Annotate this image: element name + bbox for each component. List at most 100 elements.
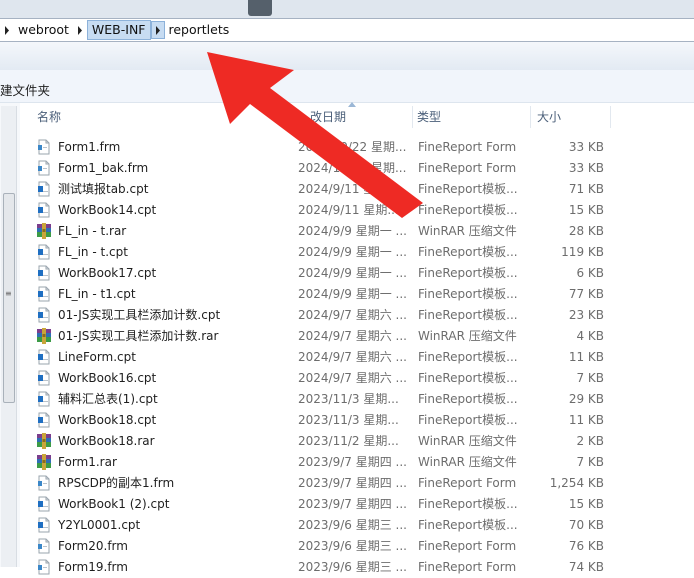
breadcrumb-item-reportlets[interactable]: reportlets (165, 20, 234, 40)
file-row[interactable]: Form1.rar 2023/9/7 星期四 ... WinRAR 压缩文件 7 KB (30, 452, 614, 473)
grip-icon: ≡ (5, 289, 12, 298)
cpt-file-icon (36, 370, 52, 386)
frm-file-icon (36, 538, 52, 554)
rar-file-icon (36, 328, 52, 344)
file-name: FL_in - t.cpt (58, 245, 128, 259)
file-date: 2024/10/22 星期... (298, 161, 407, 175)
file-type: FineReport模板... (418, 497, 518, 511)
file-row[interactable]: Y2YL0001.cpt 2023/9/6 星期三 ... FineReport模板… (30, 515, 614, 536)
cpt-file-icon (36, 496, 52, 512)
file-size: 23 KB (568, 308, 604, 322)
file-name: WorkBook16.cpt (58, 371, 157, 385)
cpt-file-icon (36, 244, 52, 260)
file-name: 01-JS实现工具栏添加计数.cpt (58, 308, 221, 322)
file-row[interactable]: WorkBook1 (2).cpt 2023/9/7 星期四 ... FineRep… (30, 494, 614, 515)
column-divider[interactable] (292, 106, 293, 128)
file-type: FineReport Form (418, 476, 517, 490)
file-row[interactable]: WorkBook14.cpt 2024/9/11 星期... FineReport模… (30, 200, 614, 221)
file-row[interactable]: 测试填报tab.cpt 2024/9/11 星期... FineReport模板..… (30, 179, 614, 200)
file-type: FineReport Form (418, 560, 517, 574)
file-row[interactable]: 01-JS实现工具栏添加计数.rar 2024/9/7 星期六 ... WinRAR… (30, 326, 614, 347)
file-row[interactable]: 辅料汇总表(1).cpt 2023/11/3 星期... FineReport模板.… (30, 389, 614, 410)
file-type: FineReport模板... (418, 266, 518, 280)
column-header-name[interactable]: 名称 (37, 103, 61, 131)
file-date: 2024/9/7 星期六 ... (298, 350, 407, 364)
frm-file-icon (36, 475, 52, 491)
breadcrumb-item-web-inf[interactable]: WEB-INF (86, 20, 151, 40)
file-row[interactable]: Form1.frm 2024/10/22 星期... FineReport Form… (30, 137, 614, 158)
cpt-file-icon (36, 391, 52, 407)
file-row[interactable]: Form20.frm 2023/9/6 星期三 ... FineReport For… (30, 536, 614, 557)
file-row[interactable]: WorkBook18.cpt 2023/11/3 星期... FineReport模… (30, 410, 614, 431)
command-bar: 建文件夹 (0, 70, 694, 103)
file-date: 2024/9/9 星期一 ... (298, 245, 407, 259)
file-size: 33 KB (568, 161, 604, 175)
breadcrumb-separator-icon[interactable] (73, 20, 87, 40)
file-size: 7 KB (576, 371, 604, 385)
file-type: FineReport模板... (418, 308, 518, 322)
rar-file-icon (36, 433, 52, 449)
file-date: 2023/11/2 星期... (298, 434, 399, 448)
cpt-file-icon (36, 517, 52, 533)
file-size: 2 KB (576, 434, 604, 448)
file-type: FineReport Form (418, 161, 517, 175)
file-name: 测试填报tab.cpt (58, 182, 149, 196)
file-size: 74 KB (568, 560, 604, 574)
file-row[interactable]: Form1_bak.frm 2024/10/22 星期... FineReport … (30, 158, 614, 179)
column-header-type[interactable]: 类型 (417, 103, 441, 131)
file-size: 4 KB (576, 329, 604, 343)
file-type: WinRAR 压缩文件 (418, 434, 517, 448)
file-row[interactable]: RPSCDP的副本1.frm 2023/9/7 星期四 ... FineReport… (30, 473, 614, 494)
breadcrumb-item-webroot[interactable]: webroot (14, 20, 73, 40)
file-date: 2023/9/6 星期三 ... (298, 539, 407, 553)
column-divider[interactable] (412, 106, 413, 128)
file-type: FineReport模板... (418, 203, 518, 217)
file-row[interactable]: 01-JS实现工具栏添加计数.cpt 2024/9/7 星期六 ... FineRe… (30, 305, 614, 326)
file-date: 2024/9/7 星期六 ... (298, 329, 407, 343)
window-top-strip (0, 0, 694, 18)
file-name: WorkBook18.rar (58, 434, 155, 448)
file-date: 2023/11/3 星期... (298, 413, 399, 427)
file-row[interactable]: WorkBook18.rar 2023/11/2 星期... WinRAR 压缩文件… (30, 431, 614, 452)
file-row[interactable]: FL_in - t.cpt 2024/9/9 星期一 ... FineReport模… (30, 242, 614, 263)
file-size: 28 KB (568, 224, 604, 238)
cpt-file-icon (36, 307, 52, 323)
file-type: WinRAR 压缩文件 (418, 224, 517, 238)
file-name: RPSCDP的副本1.frm (58, 476, 175, 490)
column-header-size[interactable]: 大小 (537, 103, 561, 131)
file-type: FineReport模板... (418, 350, 518, 364)
column-divider[interactable] (610, 106, 611, 128)
frm-file-icon (36, 559, 52, 575)
breadcrumb-separator-icon[interactable] (0, 20, 14, 40)
file-row[interactable]: WorkBook16.cpt 2024/9/7 星期六 ... FineReport… (30, 368, 614, 389)
file-size: 15 KB (568, 497, 604, 511)
file-name: FL_in - t1.cpt (58, 287, 136, 301)
file-name: 辅料汇总表(1).cpt (58, 392, 158, 406)
column-header: 名称 改日期 类型 大小 (20, 103, 694, 131)
column-header-date[interactable]: 改日期 (310, 103, 346, 131)
file-name: Form20.frm (58, 539, 128, 553)
frm-file-icon (36, 160, 52, 176)
file-type: FineReport模板... (418, 287, 518, 301)
file-row[interactable]: Form19.frm 2023/9/6 星期三 ... FineReport For… (30, 557, 614, 578)
file-name: WorkBook18.cpt (58, 413, 157, 427)
breadcrumb-separator-icon[interactable] (150, 21, 165, 39)
file-type: WinRAR 压缩文件 (418, 455, 517, 469)
new-folder-button[interactable]: 建文件夹 (0, 80, 50, 99)
file-date: 2024/9/11 星期... (298, 203, 399, 217)
file-type: FineReport模板... (418, 413, 518, 427)
file-name: WorkBook1 (2).cpt (58, 497, 170, 511)
file-row[interactable]: FL_in - t.rar 2024/9/9 星期一 ... WinRAR 压缩文件… (30, 221, 614, 242)
file-type: WinRAR 压缩文件 (418, 329, 517, 343)
file-type: FineReport Form (418, 140, 517, 154)
file-name: Form19.frm (58, 560, 128, 574)
file-size: 119 KB (561, 245, 604, 259)
file-name: WorkBook14.cpt (58, 203, 157, 217)
column-divider[interactable] (530, 106, 531, 128)
rar-file-icon (36, 223, 52, 239)
file-row[interactable]: FL_in - t1.cpt 2024/9/9 星期一 ... FineReport… (30, 284, 614, 305)
address-bar[interactable]: webroot WEB-INF reportlets (0, 18, 694, 42)
file-row[interactable]: LineForm.cpt 2024/9/7 星期六 ... FineReport模板… (30, 347, 614, 368)
file-row[interactable]: WorkBook17.cpt 2024/9/9 星期一 ... FineReport… (30, 263, 614, 284)
search-toolbar (0, 42, 694, 71)
